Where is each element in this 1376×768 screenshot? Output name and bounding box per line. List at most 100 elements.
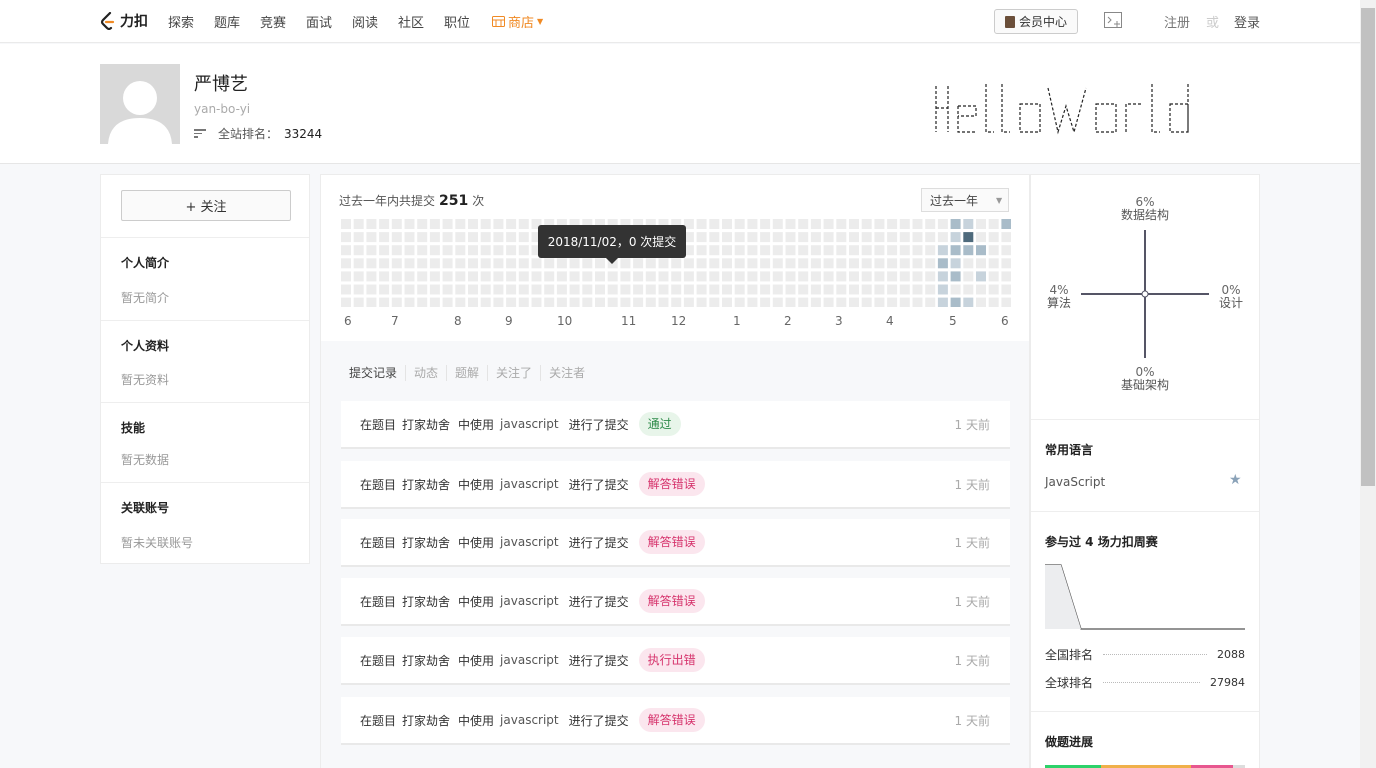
heatmap-cell[interactable] (442, 245, 453, 256)
heatmap-cell[interactable] (912, 219, 923, 229)
heatmap-cell[interactable] (442, 271, 453, 282)
heatmap-cell[interactable] (1001, 271, 1011, 282)
heatmap-cell[interactable] (404, 232, 415, 243)
heatmap-cell[interactable] (887, 245, 898, 256)
heatmap-cell[interactable] (798, 258, 809, 269)
heatmap-cell[interactable] (417, 258, 428, 269)
heatmap-cell[interactable] (747, 297, 758, 307)
heatmap-cell[interactable] (823, 284, 834, 295)
heatmap-cell[interactable] (785, 297, 796, 307)
heatmap-cell[interactable] (760, 258, 771, 269)
heatmap-cell[interactable] (544, 258, 555, 269)
heatmap-cell[interactable] (823, 258, 834, 269)
heatmap-cell[interactable] (899, 271, 910, 282)
heatmap-cell[interactable] (366, 284, 377, 295)
heatmap-cell[interactable] (353, 271, 364, 282)
nav-shop[interactable]: 商店 ▼ (492, 12, 543, 31)
heatmap-cell[interactable] (404, 219, 415, 229)
heatmap-cell[interactable] (912, 258, 923, 269)
heatmap-cell[interactable] (633, 271, 644, 282)
nav-community[interactable]: 社区 (398, 12, 424, 31)
heatmap-cell[interactable] (633, 284, 644, 295)
heatmap-cell[interactable] (950, 219, 961, 229)
heatmap-cell[interactable] (645, 297, 656, 307)
heatmap-cell[interactable] (633, 297, 644, 307)
range-select[interactable]: 过去一年 ▼ (921, 188, 1009, 212)
heatmap-cell[interactable] (544, 284, 555, 295)
heatmap-cell[interactable] (556, 258, 567, 269)
heatmap-cell[interactable] (353, 258, 364, 269)
heatmap-cell[interactable] (950, 284, 961, 295)
heatmap-cell[interactable] (468, 245, 478, 256)
heatmap-cell[interactable] (645, 258, 656, 269)
heatmap-cell[interactable] (645, 271, 656, 282)
nav-interview[interactable]: 面试 (306, 12, 332, 31)
language-item[interactable]: JavaScript (1045, 475, 1105, 489)
heatmap-cell[interactable] (722, 232, 732, 243)
heatmap-cell[interactable] (429, 232, 440, 243)
heatmap-cell[interactable] (595, 297, 605, 307)
heatmap-cell[interactable] (556, 297, 567, 307)
heatmap-cell[interactable] (925, 284, 936, 295)
heatmap-cell[interactable] (582, 297, 593, 307)
heatmap-cell[interactable] (518, 245, 529, 256)
heatmap-cell[interactable] (760, 245, 771, 256)
heatmap-cell[interactable] (988, 297, 999, 307)
heatmap-cell[interactable] (899, 297, 910, 307)
heatmap-cell[interactable] (722, 284, 732, 295)
heatmap-cell[interactable] (785, 219, 796, 229)
heatmap-cell[interactable] (709, 232, 720, 243)
heatmap-cell[interactable] (696, 245, 707, 256)
heatmap-cell[interactable] (937, 297, 948, 307)
heatmap-cell[interactable] (480, 258, 491, 269)
heatmap-cell[interactable] (544, 297, 555, 307)
heatmap-cell[interactable] (391, 232, 402, 243)
heatmap-cell[interactable] (404, 258, 415, 269)
login-link[interactable]: 登录 (1234, 12, 1260, 31)
scrollbar-thumb[interactable] (1361, 8, 1375, 486)
heatmap-cell[interactable] (874, 245, 885, 256)
heatmap-cell[interactable] (976, 271, 986, 282)
heatmap-cell[interactable] (785, 258, 796, 269)
heatmap-cell[interactable] (861, 245, 872, 256)
heatmap-cell[interactable] (722, 271, 732, 282)
playground-icon[interactable] (1104, 12, 1124, 28)
heatmap-cell[interactable] (747, 271, 758, 282)
heatmap-cell[interactable] (417, 297, 428, 307)
heatmap-cell[interactable] (341, 245, 351, 256)
heatmap-cell[interactable] (785, 271, 796, 282)
heatmap-cell[interactable] (849, 271, 859, 282)
heatmap-cell[interactable] (937, 219, 948, 229)
heatmap-cell[interactable] (493, 258, 504, 269)
heatmap-cell[interactable] (709, 284, 720, 295)
heatmap-cell[interactable] (480, 284, 491, 295)
heatmap-cell[interactable] (455, 297, 466, 307)
heatmap-cell[interactable] (963, 245, 974, 256)
heatmap-cell[interactable] (747, 284, 758, 295)
heatmap-cell[interactable] (734, 258, 745, 269)
heatmap-cell[interactable] (595, 271, 605, 282)
heatmap-cell[interactable] (493, 284, 504, 295)
heatmap-cell[interactable] (531, 271, 542, 282)
heatmap-cell[interactable] (1001, 219, 1011, 229)
heatmap-cell[interactable] (722, 245, 732, 256)
heatmap-cell[interactable] (442, 219, 453, 229)
heatmap-cell[interactable] (391, 297, 402, 307)
heatmap-cell[interactable] (747, 232, 758, 243)
problem-link[interactable]: 打家劫舍 (402, 652, 450, 669)
heatmap-cell[interactable] (658, 284, 669, 295)
heatmap-cell[interactable] (899, 219, 910, 229)
heatmap-cell[interactable] (366, 232, 377, 243)
heatmap-cell[interactable] (785, 284, 796, 295)
heatmap-cell[interactable] (391, 271, 402, 282)
heatmap-cell[interactable] (429, 297, 440, 307)
heatmap-cell[interactable] (849, 284, 859, 295)
heatmap-cell[interactable] (569, 284, 580, 295)
heatmap-cell[interactable] (722, 219, 732, 229)
heatmap-cell[interactable] (823, 271, 834, 282)
heatmap-cell[interactable] (887, 258, 898, 269)
table-row[interactable]: 在题目 打家劫舍 中使用 javascript 进行了提交 解答错误 1 天前 (341, 461, 1010, 509)
heatmap-cell[interactable] (899, 245, 910, 256)
heatmap-cell[interactable] (1001, 258, 1011, 269)
heatmap-cell[interactable] (455, 271, 466, 282)
